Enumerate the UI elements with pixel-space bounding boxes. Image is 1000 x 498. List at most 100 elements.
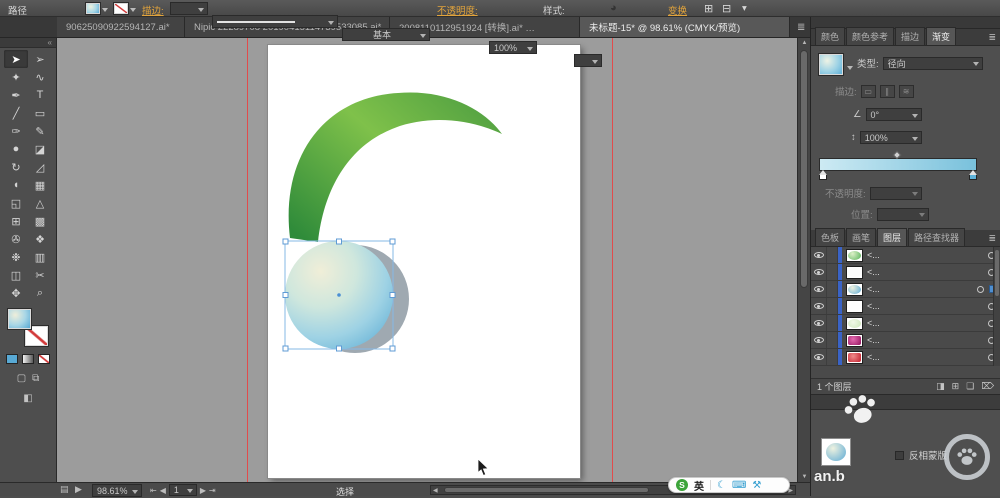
lock-column[interactable] [827, 315, 838, 331]
layer-name[interactable]: <... [867, 284, 977, 294]
mesh-tool[interactable]: ⊞ [4, 212, 28, 230]
layer-name[interactable]: <... [867, 318, 988, 328]
paintbrush-tool[interactable]: ✑ [4, 122, 28, 140]
artboard-number-dropdown[interactable]: 1 [168, 484, 197, 496]
gradient-button[interactable] [22, 354, 34, 364]
width-tool[interactable]: ◖ [4, 176, 28, 194]
gradient-stop-left[interactable] [819, 170, 827, 180]
free-transform-tool[interactable]: ▦ [28, 176, 52, 194]
hand-tool[interactable]: ✥ [4, 284, 28, 302]
stroke-color-swatch[interactable] [114, 3, 136, 17]
ime-language-mode[interactable]: 英 [694, 478, 704, 493]
layer-row-selected[interactable]: <... [811, 281, 1000, 298]
layer-row[interactable]: <... [811, 264, 1000, 281]
lock-column[interactable] [827, 349, 838, 365]
make-mask-icon[interactable]: ◨ [936, 381, 945, 392]
fill-gradient-swatch[interactable] [8, 309, 31, 329]
status-icon-a[interactable]: ▤ [60, 484, 69, 495]
column-graph-tool[interactable]: ▥ [28, 248, 52, 266]
gradient-location-dropdown[interactable] [876, 207, 929, 221]
magic-wand-tool[interactable]: ✦ [4, 68, 28, 86]
visibility-eye-icon[interactable] [811, 349, 827, 365]
brush-definition-dropdown[interactable]: 基本 [342, 28, 430, 41]
layer-row[interactable]: <... [811, 332, 1000, 349]
fill-color-swatch[interactable] [86, 3, 108, 17]
layer-thumbnail[interactable] [846, 350, 863, 364]
direct-selection-tool[interactable]: ➢ [28, 50, 52, 68]
tab-color[interactable]: 颜色 [815, 27, 846, 45]
checkbox-icon[interactable] [895, 450, 904, 460]
draw-normal-icon[interactable]: ▢ [17, 373, 26, 384]
stroke-gradient-along-icon[interactable]: ∥ [879, 84, 895, 98]
type-tool[interactable]: T [28, 86, 52, 104]
gradient-swatch-chevron-icon[interactable] [847, 66, 853, 73]
width-profile-dropdown[interactable] [212, 15, 338, 28]
keyboard-icon[interactable]: ⌨ [732, 480, 746, 491]
guide-line-right[interactable] [612, 38, 613, 482]
layer-name[interactable]: <... [867, 352, 988, 362]
tab-pathfinder[interactable]: 路径查找器 [908, 228, 966, 246]
screen-mode-icon[interactable]: ◧ [23, 393, 32, 404]
transform-link[interactable]: 变换 [668, 3, 687, 17]
ime-fullhalf-icon[interactable]: ☾ [717, 480, 726, 491]
layer-row[interactable]: <... [811, 247, 1000, 264]
align-panel-icon[interactable]: ⊞ [704, 2, 713, 15]
gradient-swatch[interactable] [819, 54, 843, 75]
vertical-scroll-thumb[interactable] [800, 50, 808, 288]
layer-name[interactable]: <... [867, 250, 988, 260]
layer-name[interactable]: <... [867, 267, 988, 277]
layer-thumbnail[interactable] [846, 282, 863, 296]
none-button[interactable] [38, 354, 50, 364]
tab-color-guide[interactable]: 颜色参考 [846, 27, 895, 45]
pencil-tool[interactable]: ✎ [28, 122, 52, 140]
lasso-tool[interactable]: ∿ [28, 68, 52, 86]
tab-brushes[interactable]: 画笔 [846, 228, 877, 246]
tab-gradient[interactable]: 渐变 [926, 27, 957, 45]
lock-column[interactable] [827, 298, 838, 314]
scroll-left-icon[interactable]: ◀ [433, 487, 438, 494]
lock-column[interactable] [827, 332, 838, 348]
document-setup-icon[interactable]: ◕ [610, 2, 617, 14]
panel-menu-icon[interactable]: ≣ [988, 32, 996, 43]
first-artboard-icon[interactable]: ⇤ [150, 486, 157, 495]
layer-thumbnail[interactable] [846, 316, 863, 330]
stroke-gradient-across-icon[interactable]: ≋ [898, 84, 914, 98]
visibility-eye-icon[interactable] [811, 332, 827, 348]
selection-tool[interactable]: ➤ [4, 50, 28, 68]
stroke-gradient-within-icon[interactable]: ▭ [860, 84, 876, 98]
scroll-up-icon[interactable]: ▲ [798, 40, 810, 46]
next-artboard-icon[interactable]: ▶ [200, 486, 206, 495]
canvas-area[interactable]: ▲ ▼ [57, 38, 810, 482]
distribute-panel-icon[interactable]: ⊟ [722, 2, 731, 15]
layer-name[interactable]: <... [867, 301, 988, 311]
rectangle-tool[interactable]: ▭ [28, 104, 52, 122]
scroll-down-icon[interactable]: ▼ [798, 474, 810, 480]
line-segment-tool[interactable]: ╱ [4, 104, 28, 122]
ime-logo-icon[interactable]: S [676, 479, 688, 491]
tab-overflow-menu-icon[interactable]: ≣ [790, 17, 812, 37]
layers-scrollbar[interactable] [993, 247, 1000, 366]
style-dropdown[interactable] [574, 54, 602, 67]
shape-builder-tool[interactable]: ◱ [4, 194, 28, 212]
gradient-midpoint-handle[interactable] [892, 150, 902, 160]
status-icon-b[interactable]: ▶ [75, 484, 82, 495]
zoom-tool[interactable]: ⌕ [28, 284, 52, 302]
layer-row[interactable]: <... [811, 349, 1000, 366]
previous-artboard-icon[interactable]: ◀ [160, 486, 166, 495]
panel-menu-icon[interactable]: ≣ [988, 233, 996, 244]
guide-line-left[interactable] [247, 38, 248, 482]
zoom-level-dropdown[interactable]: 98.61% [92, 484, 142, 497]
stroke-link[interactable]: 描边: [142, 3, 164, 17]
toolbar-collapse-icon[interactable]: « [0, 38, 56, 48]
delete-layer-icon[interactable]: ⌦ [981, 381, 994, 392]
collapsed-panel-header[interactable] [811, 394, 1000, 410]
pen-tool[interactable]: ✒ [4, 86, 28, 104]
draw-behind-icon[interactable]: ⧉ [32, 373, 39, 384]
eyedropper-tool[interactable]: ✇ [4, 230, 28, 248]
gradient-stop-right[interactable] [969, 170, 977, 180]
color-button[interactable] [6, 354, 18, 364]
blend-tool[interactable]: ❖ [28, 230, 52, 248]
layer-thumbnail[interactable] [846, 333, 863, 347]
rotate-tool[interactable]: ↻ [4, 158, 28, 176]
last-artboard-icon[interactable]: ⇥ [209, 486, 216, 495]
